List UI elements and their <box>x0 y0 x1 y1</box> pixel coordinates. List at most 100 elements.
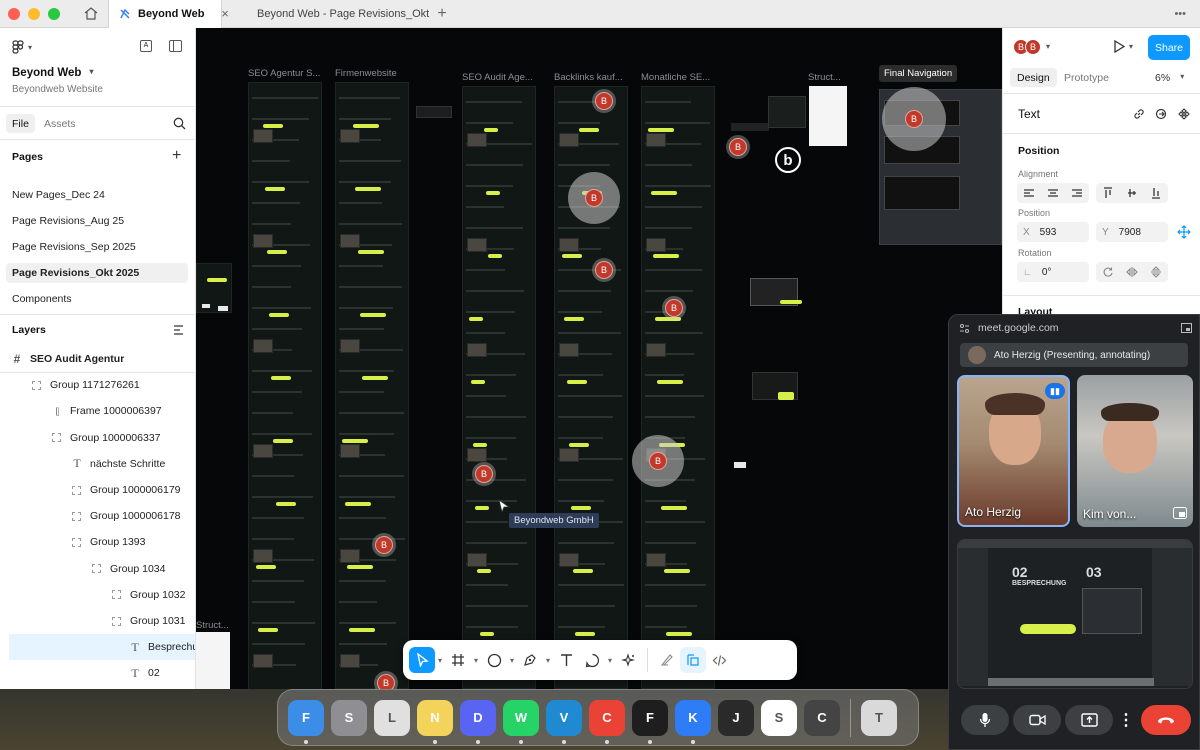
zoom-dropdown[interactable]: 6% ▾ <box>1155 72 1184 84</box>
flip-horizontal-icon[interactable] <box>1126 266 1138 278</box>
artboard-label[interactable]: SEO Audit Age... <box>462 72 533 83</box>
detach-icon[interactable] <box>1155 108 1167 120</box>
collaborator-avatar[interactable]: B <box>1025 39 1041 55</box>
layer-row[interactable]: T Besprechu <box>9 634 195 661</box>
layer-row[interactable]: Group 1032 <box>0 582 195 608</box>
trash-icon[interactable]: T <box>861 699 897 736</box>
link-icon[interactable] <box>1133 108 1145 120</box>
tab-assets[interactable]: Assets <box>44 118 76 130</box>
present-button[interactable] <box>1065 705 1113 735</box>
layer-row[interactable]: Group 1000006179 <box>0 477 195 503</box>
close-window-button[interactable] <box>8 7 20 20</box>
align-left-icon[interactable] <box>1023 188 1035 198</box>
camera-button[interactable] <box>1013 705 1061 735</box>
slack-icon[interactable]: S <box>761 699 797 736</box>
keynote-icon[interactable]: K <box>675 699 711 744</box>
artboard[interactable] <box>641 86 715 689</box>
finder-icon[interactable]: F <box>288 699 324 744</box>
layer-row[interactable]: Group 1000006178 <box>0 503 195 529</box>
actions-tool[interactable] <box>615 647 641 673</box>
mic-button[interactable] <box>961 705 1009 735</box>
artboard[interactable] <box>462 86 536 689</box>
layer-row[interactable]: Group 1171276261 <box>0 372 195 398</box>
dev-mode-toggle[interactable] <box>706 647 732 673</box>
tab-design[interactable]: Design <box>1010 68 1057 87</box>
chevron-down-icon[interactable]: ▾ <box>605 656 615 665</box>
page-item[interactable]: Page Revisions_Okt 2025 <box>6 263 188 283</box>
align-center-icon[interactable] <box>1047 188 1059 198</box>
y-position-field[interactable]: Y 7908 <box>1096 222 1168 242</box>
frame-tool[interactable] <box>445 647 471 673</box>
page-item[interactable]: New Pages_Dec 24 <box>6 185 188 205</box>
page-item[interactable]: Page Revisions_Aug 25 <box>6 211 188 231</box>
artboard-label[interactable]: Firmenwebsite <box>335 68 397 79</box>
jungle-app-icon[interactable]: J <box>718 699 754 736</box>
launchpad-icon[interactable]: L <box>374 699 410 736</box>
layer-row[interactable]: T 02 <box>0 660 195 686</box>
settings-icon[interactable]: S <box>331 699 367 736</box>
close-tab-icon[interactable]: × <box>218 6 232 21</box>
notes-icon[interactable]: N <box>417 699 453 744</box>
layer-row[interactable]: Group 1031 <box>0 608 195 634</box>
minimize-window-button[interactable] <box>28 7 40 20</box>
main-menu-button[interactable]: ▾ <box>12 40 32 54</box>
add-page-icon[interactable]: + <box>172 147 181 165</box>
artboard[interactable] <box>248 82 322 689</box>
rotate-icon[interactable] <box>1102 266 1114 278</box>
align-bottom-icon[interactable] <box>1151 187 1161 199</box>
tab-prototype[interactable]: Prototype <box>1064 72 1109 84</box>
present-play-icon[interactable] <box>1113 40 1125 53</box>
layer-row[interactable]: Group 1393 <box>0 529 195 555</box>
calculator-icon[interactable]: C <box>804 699 840 736</box>
final-navigation-label[interactable]: Final Navigation <box>879 65 958 82</box>
layer-row[interactable]: Tnächste Schritte <box>0 451 195 477</box>
participant-tile-ato[interactable]: ▮▮ Ato Herzig <box>957 375 1070 527</box>
chevron-down-icon[interactable]: ▾ <box>471 656 481 665</box>
artboard-label[interactable]: Monatliche SE... <box>641 72 710 83</box>
layer-row[interactable]: # SEO Audit Agentur <box>0 346 195 372</box>
chevron-down-icon[interactable]: ▾ <box>507 656 517 665</box>
align-top-icon[interactable] <box>1103 187 1113 199</box>
page-item[interactable]: Components <box>6 289 188 309</box>
more-options-icon[interactable]: ⋮ <box>1115 705 1137 735</box>
component-icon[interactable] <box>1178 108 1190 120</box>
page-item[interactable]: Page Revisions_Sep 2025 <box>6 237 188 257</box>
sidebar-toggle-icon[interactable] <box>169 40 182 52</box>
chevron-down-icon[interactable]: ▾ <box>543 656 553 665</box>
flip-vertical-icon[interactable] <box>1150 266 1162 278</box>
ui3-toggle-icon[interactable]: A <box>140 40 152 52</box>
structure-document[interactable] <box>196 632 230 689</box>
constraints-icon[interactable] <box>1177 225 1191 239</box>
figma-icon[interactable]: F <box>632 699 668 744</box>
design-canvas[interactable]: SEO Agentur S... Firmenwebsite SEO Audit A… <box>196 28 1002 689</box>
home-button[interactable] <box>74 0 108 28</box>
comment-tool[interactable] <box>579 647 605 673</box>
screen-share-tile[interactable]: 02 BESPRECHUNG 03 <box>957 539 1193 689</box>
pen-tool[interactable] <box>517 647 543 673</box>
search-icon[interactable] <box>173 117 186 130</box>
align-middle-icon[interactable] <box>1127 187 1137 199</box>
artboard-label[interactable]: Backlinks kauf... <box>554 72 623 83</box>
project-name[interactable]: Beyond Web ▾ <box>12 67 93 79</box>
site-settings-icon[interactable] <box>959 323 970 334</box>
text-tool[interactable] <box>553 647 579 673</box>
tab-page-revisions[interactable]: Beyond Web - Page Revisions_Okt 20 <box>240 0 430 28</box>
more-menu-icon[interactable]: ••• <box>1174 8 1186 20</box>
whatsapp-icon[interactable]: W <box>503 699 539 744</box>
leave-call-button[interactable] <box>1141 705 1191 735</box>
design-mode-toggle[interactable] <box>680 647 706 673</box>
rotation-field[interactable]: ∟ 0° <box>1017 262 1089 282</box>
maximize-window-button[interactable] <box>48 7 60 20</box>
collapse-layers-icon[interactable] <box>173 325 184 335</box>
x-position-field[interactable]: X 593 <box>1017 222 1089 242</box>
chevron-down-icon[interactable]: ▾ <box>1129 42 1133 51</box>
artboard-label[interactable]: Struct... <box>196 620 229 631</box>
artboard-label[interactable]: SEO Agentur S... <box>248 68 320 79</box>
move-tool[interactable] <box>409 647 435 673</box>
align-right-icon[interactable] <box>1071 188 1083 198</box>
artboard-label[interactable]: Struct... <box>808 72 841 83</box>
new-tab-icon[interactable]: + <box>430 5 454 23</box>
layer-row[interactable]: [| Frame 1000006397 <box>0 398 195 424</box>
vscode-icon[interactable]: V <box>546 699 582 744</box>
chevron-down-icon[interactable]: ▾ <box>1046 42 1050 51</box>
